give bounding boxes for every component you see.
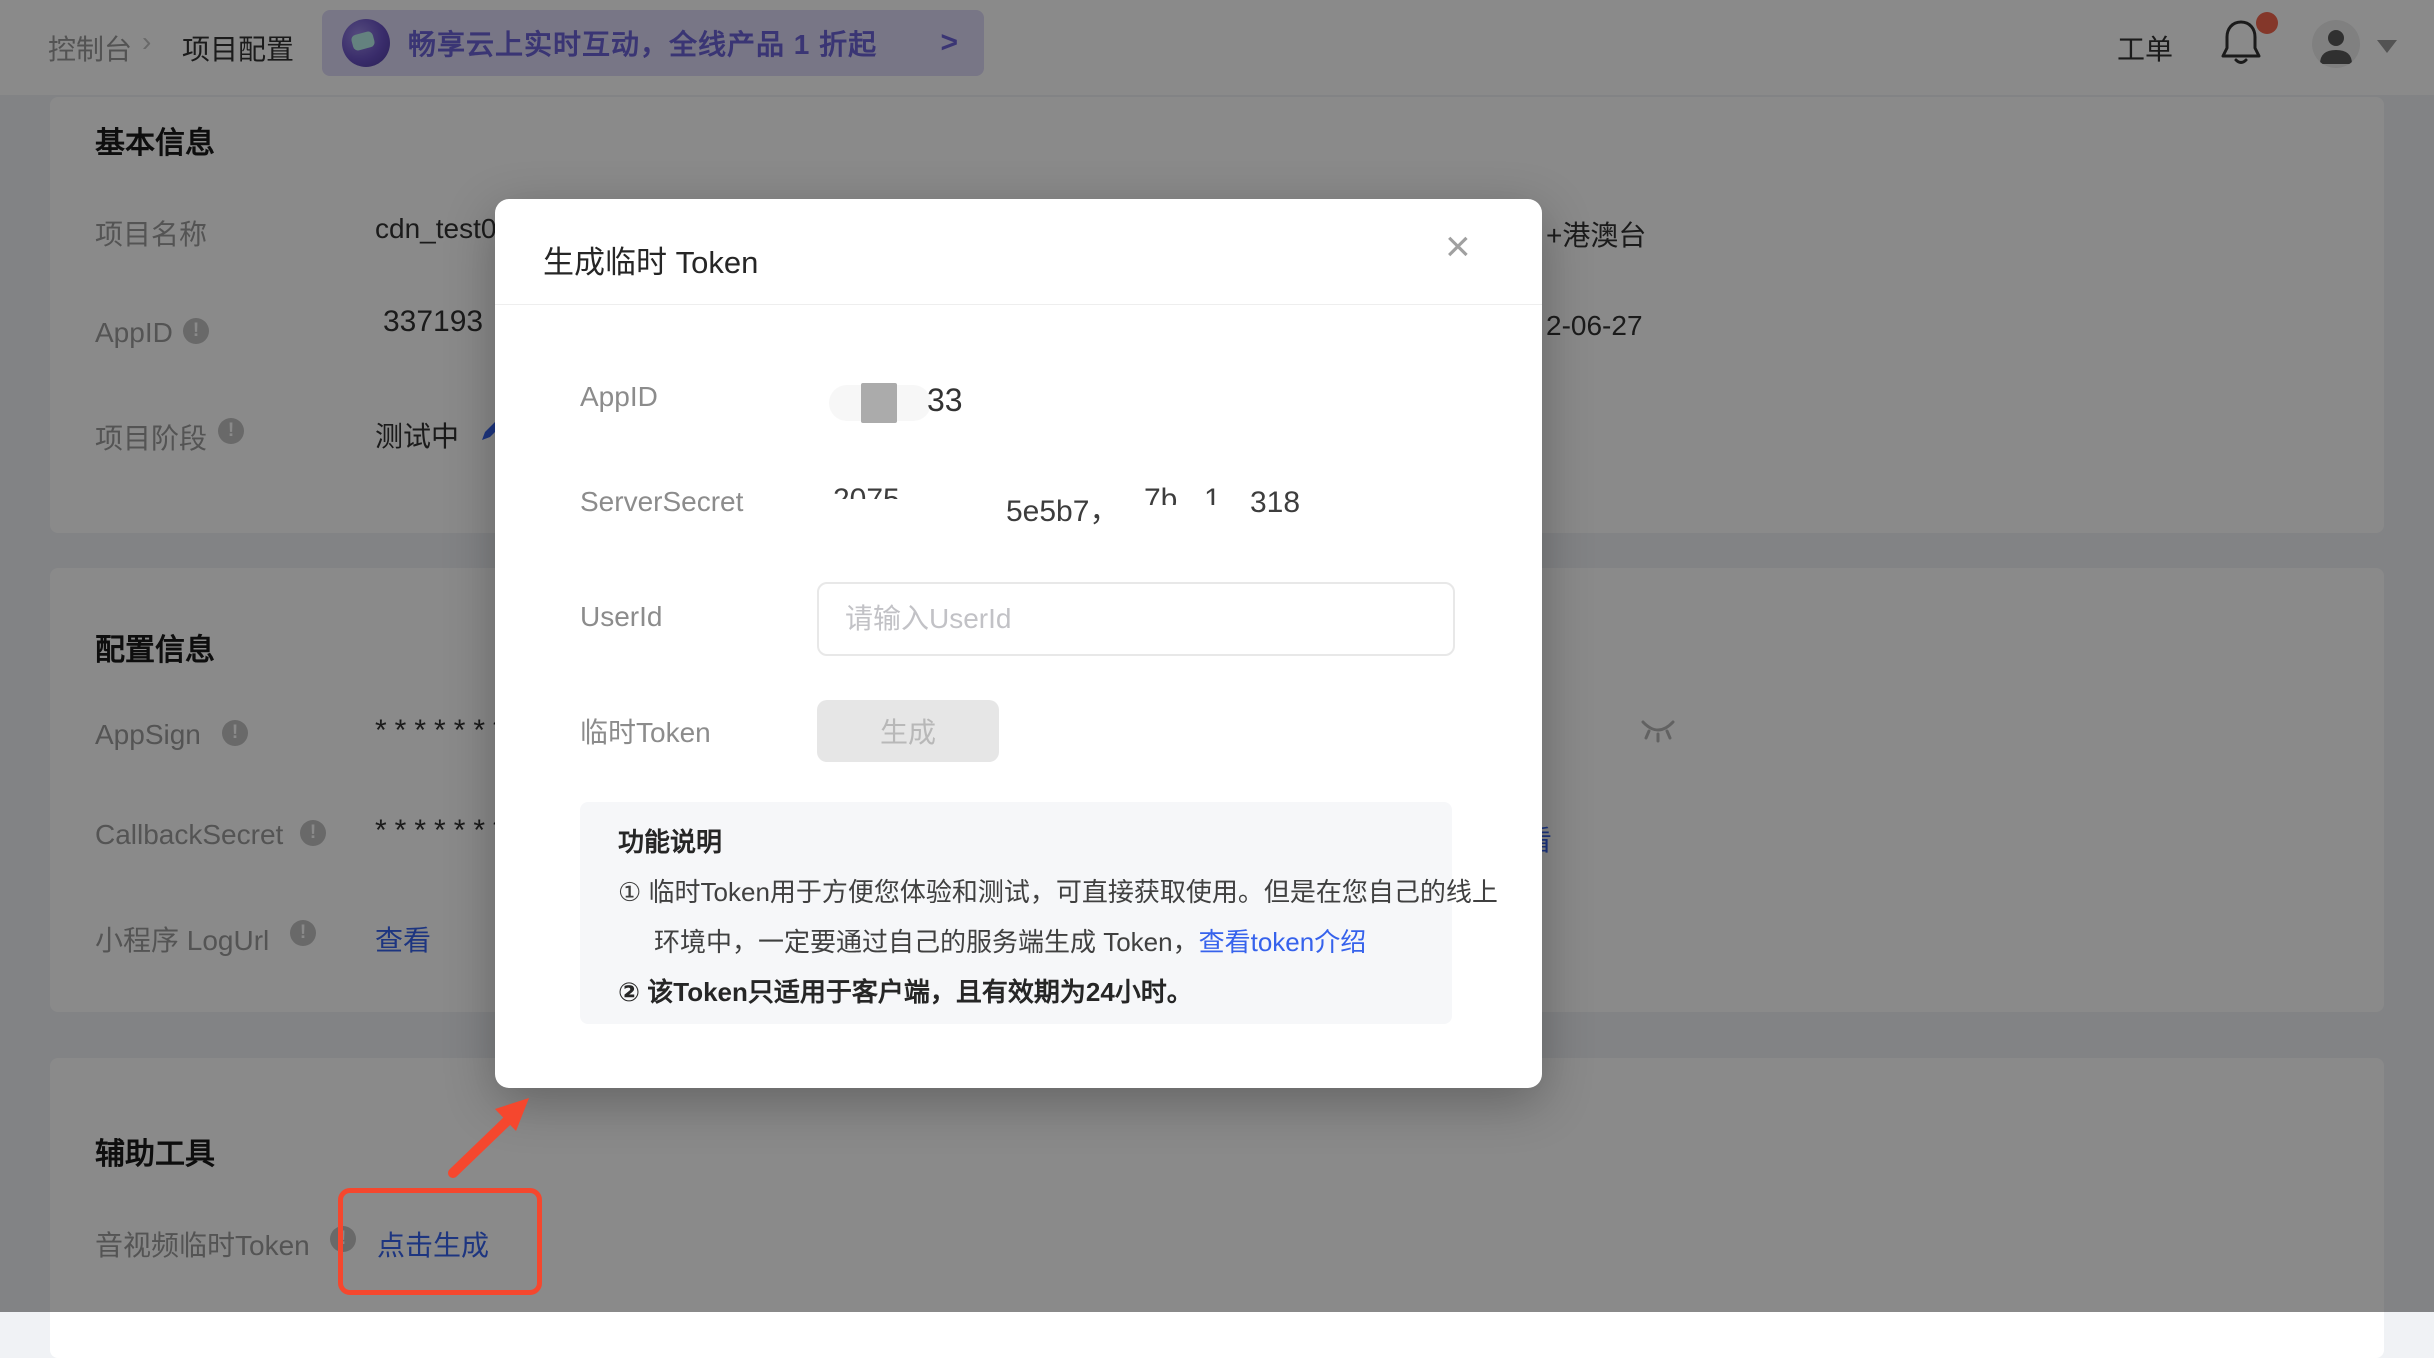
generate-button[interactable]: 生成 [817,700,999,762]
annotation-arrow [435,1085,555,1190]
modal-secret-redaction-1 [794,499,1002,547]
modal-secret-label: ServerSecret [580,486,743,518]
modal-title: 生成临时 Token [543,237,758,282]
generate-token-modal: 生成临时 Token × AppID 33 ServerSecret 2075 … [495,199,1542,1088]
notice-item1-line2-text: 环境中，一定要通过自己的服务端生成 Token， [654,927,1199,957]
token-intro-link[interactable]: 查看token介绍 [1199,927,1367,957]
modal-appid-redaction-dark [861,383,897,423]
modal-token-label: 临时Token [580,711,711,751]
modal-userid-label: UserId [580,601,662,633]
modal-appid-label: AppID [580,381,658,413]
modal-secret-frag2: 5e5b7， [1006,486,1119,530]
modal-secret-frag5: 318 [1250,486,1300,520]
notice-item2: ② 该Token只适用于客户端，且有效期为24小时。 [618,972,1193,1009]
notice-box: 功能说明 ① 临时Token用于方便您体验和测试，可直接获取使用。但是在您自己的… [580,802,1452,1024]
modal-appid-suffix: 33 [927,382,963,419]
notice-title: 功能说明 [618,822,722,859]
modal-divider [495,304,1542,305]
notice-item1-line1: ① 临时Token用于方便您体验和测试，可直接获取使用。但是在您自己的线上 [618,872,1498,909]
close-icon[interactable]: × [1445,225,1471,269]
modal-secret-redaction-2 [1128,505,1240,551]
notice-item1-line2: 环境中，一定要通过自己的服务端生成 Token，查看token介绍 [654,922,1366,959]
annotation-highlight-box [338,1188,542,1295]
userid-input[interactable] [817,582,1455,656]
